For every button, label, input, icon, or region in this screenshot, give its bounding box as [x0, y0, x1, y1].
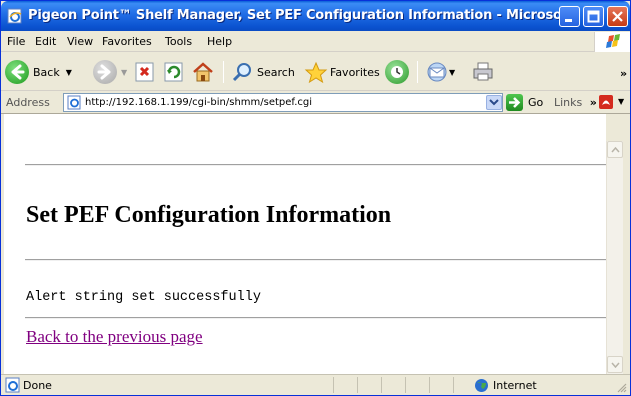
address-label: Address	[6, 96, 50, 109]
toolbar-separator	[223, 61, 224, 83]
page-title: Set PEF Configuration Information	[26, 202, 392, 228]
page-content: Set PEF Configuration Information Alert …	[4, 114, 606, 374]
status-divider	[453, 377, 454, 393]
forward-arrow-icon	[93, 60, 117, 84]
history-icon	[385, 60, 409, 84]
chevron-down-icon	[489, 99, 499, 106]
back-button[interactable]: Back ▼	[5, 58, 72, 86]
print-button[interactable]	[471, 58, 493, 86]
back-to-previous-link[interactable]: Back to the previous page	[26, 327, 203, 347]
toolbar-separator-2	[417, 61, 418, 83]
go-arrow-icon	[506, 94, 523, 111]
forward-button[interactable]: ▼	[93, 58, 127, 86]
back-label: Back	[33, 65, 60, 79]
links-label: Links	[554, 96, 583, 109]
chevron-up-icon	[611, 147, 620, 153]
refresh-button[interactable]	[163, 58, 185, 86]
ie-page-icon	[67, 95, 81, 110]
title-bar[interactable]: Pigeon Point™ Shelf Manager, Set PEF Con…	[1, 1, 630, 31]
acrobat-button[interactable]: ▼	[598, 94, 624, 113]
maximize-icon	[587, 10, 600, 23]
menu-file[interactable]: File	[7, 35, 25, 48]
security-zone[interactable]: Internet	[474, 378, 537, 393]
mail-button[interactable]: ▼	[425, 58, 455, 86]
address-dropdown-button[interactable]	[486, 95, 502, 110]
home-button[interactable]	[191, 58, 213, 86]
close-button[interactable]	[607, 6, 628, 27]
menu-help[interactable]: Help	[207, 35, 232, 48]
search-icon	[231, 61, 253, 83]
menu-bar: File Edit View Favorites Tools Help	[1, 31, 630, 52]
back-dropdown-icon[interactable]: ▼	[66, 68, 72, 77]
menu-edit[interactable]: Edit	[35, 35, 56, 48]
acrobat-icon	[599, 95, 613, 109]
search-label: Search	[257, 65, 295, 79]
address-bar: Address http://192.168.1.199/cgi-bin/shm…	[1, 91, 630, 114]
address-input[interactable]: http://192.168.1.199/cgi-bin/shmm/setpef…	[63, 93, 503, 112]
status-divider	[429, 377, 430, 393]
stop-button[interactable]	[134, 58, 156, 86]
go-label: Go	[528, 96, 544, 109]
links-button[interactable]: Links »	[554, 96, 597, 109]
chevron-down-icon	[611, 362, 620, 368]
divider	[25, 317, 606, 319]
acrobat-dropdown-icon[interactable]: ▼	[618, 97, 624, 106]
minimize-icon	[565, 19, 572, 22]
status-message: Alert string set successfully	[26, 290, 261, 305]
status-divider	[381, 377, 382, 393]
window-frame	[623, 141, 630, 374]
stop-icon	[134, 61, 156, 83]
mail-dropdown-icon[interactable]: ▼	[449, 68, 455, 77]
go-button[interactable]: Go	[506, 94, 543, 111]
window-title: Pigeon Point™ Shelf Manager, Set PEF Con…	[28, 8, 576, 23]
close-icon	[612, 11, 623, 22]
history-button[interactable]	[385, 58, 409, 86]
status-divider	[357, 377, 358, 393]
toolbar: Back ▼ ▼ Search Favorites ▼ »	[1, 53, 630, 91]
menu-view[interactable]: View	[67, 35, 93, 48]
globe-icon	[475, 379, 488, 392]
browser-window: Pigeon Point™ Shelf Manager, Set PEF Con…	[0, 0, 631, 396]
divider	[25, 164, 606, 166]
resize-grip-icon[interactable]	[615, 381, 627, 393]
star-icon	[304, 61, 328, 84]
zone-label: Internet	[493, 379, 537, 392]
home-icon	[191, 61, 213, 83]
status-divider	[405, 377, 406, 393]
forward-dropdown-icon[interactable]: ▼	[121, 68, 127, 77]
scroll-up-button[interactable]	[607, 141, 623, 158]
menu-tools[interactable]: Tools	[165, 35, 192, 48]
scroll-down-button[interactable]	[607, 356, 623, 373]
maximize-button[interactable]	[583, 6, 604, 27]
vertical-scrollbar[interactable]	[606, 141, 623, 374]
toolbar-overflow-icon[interactable]: »	[620, 67, 627, 80]
printer-icon	[471, 61, 493, 83]
menu-favorites[interactable]: Favorites	[102, 35, 152, 48]
status-text: Done	[23, 379, 52, 392]
windows-logo-icon	[594, 32, 630, 52]
favorites-label: Favorites	[330, 65, 380, 79]
minimize-button[interactable]	[559, 6, 580, 27]
mail-icon	[425, 61, 447, 83]
favorites-button[interactable]: Favorites	[304, 58, 380, 86]
links-overflow-icon: »	[589, 96, 597, 109]
status-bar: Done Internet	[1, 374, 630, 395]
status-divider	[333, 377, 334, 393]
divider	[25, 259, 606, 261]
address-url: http://192.168.1.199/cgi-bin/shmm/setpef…	[85, 97, 313, 108]
search-button[interactable]: Search	[231, 58, 295, 86]
ie-page-icon	[5, 377, 20, 393]
refresh-icon	[163, 61, 185, 83]
ie-page-icon	[7, 8, 22, 24]
back-arrow-icon	[5, 60, 29, 84]
